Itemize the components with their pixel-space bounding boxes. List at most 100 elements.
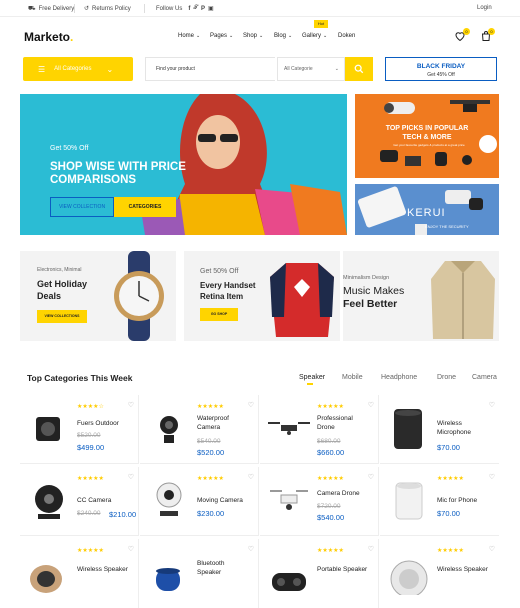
product-name-line1: Bluetooth [197, 560, 225, 567]
view-collections-button[interactable]: VIEW COLLECTIONS [37, 310, 87, 323]
top-picks-banner[interactable]: TOP PICKS IN POPULAR TECH & MORE Get you… [355, 94, 499, 178]
card-title-line2: Retina Item [200, 292, 244, 301]
heart-icon[interactable]: ♡ [128, 545, 134, 553]
nav-blog[interactable]: Blog ⌄ [274, 33, 292, 39]
webcam-image [156, 482, 182, 516]
logo[interactable]: Marketo. [24, 30, 73, 44]
nav-home[interactable]: Home ⌄ [178, 33, 200, 39]
category-select[interactable]: All Categorie ⌄ [277, 57, 345, 81]
heart-icon[interactable]: ♡ [248, 545, 254, 553]
rating-stars: ★★★★★ [317, 404, 344, 410]
product-name: Bluetooth Speaker [197, 559, 257, 577]
top-picks-sub: Get your favourite gadgets & products at… [393, 143, 465, 147]
product-name-line1: Camera Drone [317, 490, 360, 497]
product-card[interactable]: ★★★★★ Moving Camera $230.00 ♡ [140, 467, 259, 536]
nav-doken-label: Doken [338, 33, 356, 39]
card-kicker: Electronics, Minimal [37, 267, 82, 273]
tab-speaker[interactable]: Speaker [299, 374, 325, 385]
product-name-line1: Professional [317, 415, 353, 422]
instagram-icon[interactable]: ▣ [208, 5, 214, 12]
product-name: Fuers Outdoor [77, 419, 137, 428]
product-grid: ★★★★☆ Fuers Outdoor $520.00 $499.00 ♡ ★★… [20, 395, 500, 608]
product-card[interactable]: ★★★★★ Mic for Phone $70.00 ♡ [380, 467, 499, 536]
product-card[interactable]: ★★★★☆ Fuers Outdoor $520.00 $499.00 ♡ [20, 395, 139, 464]
returns-policy[interactable]: ↺ Returns Policy [84, 5, 131, 13]
heart-icon[interactable]: ♡ [128, 473, 134, 481]
cart-count: 0 [488, 28, 495, 35]
nav-pages[interactable]: Pages ⌄ [210, 33, 233, 39]
facebook-icon[interactable]: f [188, 6, 190, 12]
card-title-line2: Feel Better [343, 298, 398, 310]
product-card[interactable]: Wireless Microphone $70.00 ♡ [380, 395, 499, 464]
product-card[interactable]: ★★★★★ Wireless Speaker ♡ [380, 539, 499, 608]
product-name-line2: Microphone [437, 429, 471, 436]
heart-icon[interactable]: ♡ [368, 473, 374, 481]
product-card[interactable]: ★★★★★ Wireless Speaker ♡ [20, 539, 139, 608]
divider [144, 4, 145, 13]
twitter-icon[interactable]: 𝓣 [193, 5, 198, 12]
heart-icon[interactable]: ♡ [248, 401, 254, 409]
product-card[interactable]: Bluetooth Speaker ♡ [140, 539, 259, 608]
black-friday-sub: Get 45% Off [427, 72, 455, 78]
handset-card[interactable]: Get 50% Off Every Handset Retina Item GO… [184, 251, 340, 341]
price: $499.00 [77, 443, 105, 452]
music-card[interactable]: Minimalism Design Music Makes Feel Bette… [343, 251, 499, 341]
rating-stars: ★★★★★ [197, 404, 224, 410]
watch-image [114, 251, 164, 341]
product-card[interactable]: ★★★★★ Waterproof Camera $540.00 $520.00 ♡ [140, 395, 259, 464]
card-title: Every Handset Retina Item [200, 280, 256, 302]
hero-title-line2: COMPARISONS [50, 174, 137, 186]
all-categories-button[interactable]: ☰ All Categories ⌄ [23, 57, 133, 81]
search-button[interactable] [345, 57, 373, 81]
rating-stars: ★★★★★ [437, 548, 464, 554]
tab-mobile[interactable]: Mobile [342, 374, 363, 381]
return-icon: ↺ [84, 6, 90, 12]
price: $660.00 [317, 448, 345, 457]
heart-icon[interactable]: ♡ [489, 545, 495, 553]
holiday-deals-card[interactable]: Electronics, Minimal Get Holiday Deals V… [20, 251, 176, 341]
nav-pages-label: Pages [210, 33, 228, 39]
tab-drone[interactable]: Drone [437, 374, 456, 381]
hero-banner[interactable]: Get 50% Off SHOP WISE WITH PRICE COMPARI… [20, 94, 347, 235]
nav-doken[interactable]: Doken [338, 33, 355, 39]
product-card[interactable]: ★★★★★ Professional Drone $680.00 $660.00 … [260, 395, 379, 464]
heart-icon[interactable]: ♡ [368, 545, 374, 553]
product-name: Waterproof Camera [197, 414, 257, 432]
hot-badge: Hot [314, 20, 328, 28]
heart-icon[interactable]: ♡ [489, 473, 495, 481]
jacket-image [431, 261, 495, 339]
top-categories-header: Top Categories This Week Speaker Mobile … [0, 368, 520, 388]
search-input[interactable]: Find your product [145, 57, 275, 81]
pinterest-icon[interactable]: P [201, 6, 205, 12]
top-picks-title-line2: TECH & MORE [402, 134, 452, 141]
view-collection-button[interactable]: VIEW COLLECTION [50, 197, 114, 217]
product-card[interactable]: ★★★★★ Portable Speaker ♡ [260, 539, 379, 608]
kerui-brand: KERUI [407, 207, 446, 219]
nav-gallery[interactable]: Gallery ⌄ [302, 33, 327, 39]
heart-icon[interactable]: ♡ [248, 473, 254, 481]
product-card[interactable]: ★★★★★ CC Camera $240.00 $210.00 ♡ [20, 467, 139, 536]
product-card[interactable]: ★★★★★ Camera Drone $720.00 $540.00 ♡ [260, 467, 379, 536]
tab-headphone[interactable]: Headphone [381, 374, 417, 381]
heart-icon[interactable]: ♡ [128, 401, 134, 409]
login-link[interactable]: Login [477, 5, 492, 11]
kerui-sub: ENJOY THE SECURITY [425, 224, 469, 229]
categories-button[interactable]: CATEGORIES [114, 197, 176, 217]
go-shop-button[interactable]: GO SHOP [200, 308, 238, 321]
kerui-banner[interactable]: KERUI ENJOY THE SECURITY [355, 184, 499, 235]
heart-icon[interactable]: ♡ [368, 401, 374, 409]
section-title: Top Categories This Week [27, 373, 133, 383]
category-select-label: All Categorie [284, 66, 313, 72]
card-title: Music Makes Feel Better [343, 285, 404, 311]
tab-camera[interactable]: Camera [472, 374, 497, 381]
card-kicker: Minimalism Design [343, 275, 390, 281]
nav-shop[interactable]: Shop ⌄ [243, 33, 263, 39]
price: $70.00 [437, 509, 460, 518]
all-categories-label: All Categories [54, 66, 92, 72]
heart-icon[interactable]: ♡ [489, 401, 495, 409]
product-name-line2: Speaker [197, 569, 222, 576]
logo-dot: . [70, 30, 74, 44]
black-friday-banner[interactable]: BLACK FRIDAY Get 45% Off [385, 57, 497, 81]
old-price: $720.00 [317, 503, 341, 510]
free-delivery[interactable]: ⛟ Free Delivery [28, 5, 74, 13]
